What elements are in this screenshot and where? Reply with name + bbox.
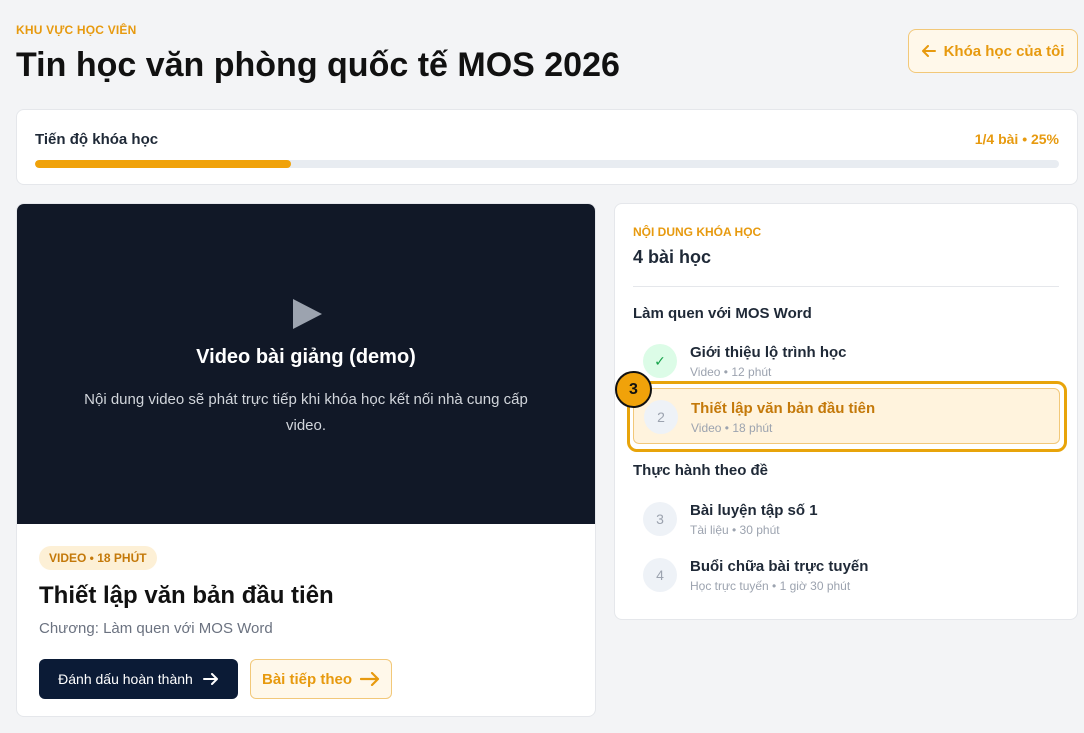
lesson-number: 3 [643,502,677,536]
progress-bar-fill [35,160,291,168]
step-marker: 3 [615,371,652,408]
mark-complete-button[interactable]: Đánh dấu hoàn thành [39,659,238,699]
next-lesson-label: Bài tiếp theo [261,670,352,688]
check-icon: ✓ [643,344,677,378]
lesson-item-title: Buổi chữa bài trực tuyến [690,558,869,575]
section-title: Thực hành theo đề [633,462,769,479]
lesson-item-live[interactable]: 4 Buổi chữa bài trực tuyến Học trực tuyế… [633,547,1060,603]
video-title: Video bài giảng (demo) [196,346,416,368]
progress-card: Tiến độ khóa học 1/4 bài • 25% [16,109,1078,185]
lesson-item-title: Giới thiệu lộ trình học [690,344,847,361]
lesson-item-meta: Học trực tuyến • 1 giờ 30 phút [690,579,851,593]
lesson-card: Video bài giảng (demo) Nội dung video sẽ… [16,203,596,717]
section-title: Làm quen với MOS Word [633,305,812,322]
lesson-chapter: Chương: Làm quen với MOS Word [39,620,273,637]
my-courses-button[interactable]: Khóa học của tôi [908,29,1078,73]
video-description: Nội dung video sẽ phát trực tiếp khi khó… [84,391,528,434]
arrow-right-icon [202,673,218,685]
progress-stat: 1/4 bài • 25% [974,131,1059,147]
lesson-meta-badge: VIDEO • 18 PHÚT [39,546,157,570]
lesson-item-meta: Video • 12 phút [690,365,772,379]
arrow-left-icon [921,45,936,57]
progress-label: Tiến độ khóa học [35,131,159,148]
mark-complete-label: Đánh dấu hoàn thành [58,671,193,687]
video-player[interactable]: Video bài giảng (demo) Nội dung video sẽ… [17,204,595,524]
next-lesson-button[interactable]: Bài tiếp theo [250,659,392,699]
lesson-number: 4 [643,558,677,592]
my-courses-label: Khóa học của tôi [943,42,1065,60]
outline-lesson-count: 4 bài học [633,247,712,267]
arrow-right-icon [360,672,380,686]
outline-eyebrow: NỘI DUNG KHÓA HỌC [633,225,762,239]
lesson-title: Thiết lập văn bản đầu tiên [39,582,334,609]
page-title: Tin học văn phòng quốc tế MOS 2026 [16,46,620,84]
lesson-item-meta: Tài liệu • 30 phút [690,523,780,537]
outline-divider [633,286,1059,287]
lesson-item-practice[interactable]: 3 Bài luyện tập số 1 Tài liệu • 30 phút [633,491,1060,547]
lesson-item-title: Bài luyện tập số 1 [690,502,818,519]
highlight-ring [627,381,1067,452]
progress-bar [35,160,1059,168]
play-icon[interactable] [291,298,323,330]
header-eyebrow: KHU VỰC HỌC VIÊN [16,23,137,37]
